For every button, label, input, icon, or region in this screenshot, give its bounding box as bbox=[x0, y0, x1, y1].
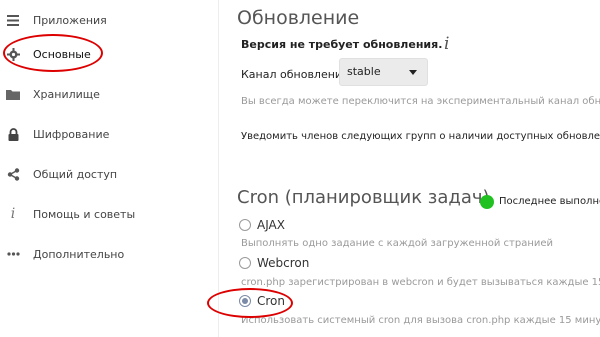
update-status-text: Версия не требует обновления. bbox=[241, 38, 443, 51]
chevron-down-icon bbox=[409, 70, 417, 75]
info-icon[interactable]: i bbox=[444, 34, 449, 54]
more-icon bbox=[6, 247, 20, 261]
gear-icon bbox=[6, 47, 20, 61]
webcron-hint: cron.php зарегистрирован в webcron и буд… bbox=[241, 277, 600, 288]
cron-option-ajax[interactable]: AJAX bbox=[239, 218, 285, 232]
sidebar: Приложения Основные Хранилище Шифрование bbox=[0, 0, 219, 337]
sidebar-item-label: Помощь и советы bbox=[33, 207, 136, 221]
folder-icon bbox=[6, 87, 20, 101]
sidebar-item-label: Шифрование bbox=[33, 127, 110, 141]
sidebar-item-general[interactable]: Основные bbox=[0, 34, 218, 74]
sidebar-item-storage[interactable]: Хранилище bbox=[0, 74, 218, 114]
sidebar-item-label: Общий доступ bbox=[33, 167, 118, 181]
ajax-hint: Выполнять одно задание с каждой загружен… bbox=[241, 238, 554, 249]
main-content: Обновление Версия не требует обновления.… bbox=[219, 0, 600, 337]
cron-hint: Использовать системный cron для вызова c… bbox=[241, 315, 600, 326]
cron-last-run-text: Последнее выполне bbox=[499, 196, 600, 207]
radio-label: Cron bbox=[257, 294, 285, 308]
update-section-title: Обновление bbox=[237, 7, 360, 29]
sidebar-item-label: Основные bbox=[33, 47, 91, 61]
channel-select-value: stable bbox=[347, 65, 381, 78]
cron-section-title: Cron (планировщик задач) bbox=[237, 187, 490, 208]
cron-option-webcron[interactable]: Webcron bbox=[239, 256, 309, 270]
notify-groups-label: Уведомить членов следующих групп о налич… bbox=[241, 131, 600, 142]
update-channel-select[interactable]: stable bbox=[339, 58, 428, 86]
sidebar-item-label: Хранилище bbox=[33, 87, 100, 101]
lock-icon bbox=[6, 127, 20, 141]
radio-webcron[interactable] bbox=[239, 257, 251, 269]
cron-option-cron[interactable]: Cron bbox=[239, 294, 285, 308]
status-ok-icon bbox=[480, 195, 494, 209]
share-icon bbox=[6, 167, 20, 181]
channel-label: Канал обновлений: bbox=[241, 68, 353, 81]
sidebar-item-advanced[interactable]: Дополнительно bbox=[0, 234, 218, 274]
menu-icon bbox=[6, 13, 20, 27]
sidebar-item-encryption[interactable]: Шифрование bbox=[0, 114, 218, 154]
sidebar-item-sharing[interactable]: Общий доступ bbox=[0, 154, 218, 194]
radio-label: AJAX bbox=[257, 218, 285, 232]
sidebar-item-help[interactable]: i Помощь и советы bbox=[0, 194, 218, 234]
info-icon: i bbox=[10, 206, 16, 222]
radio-ajax[interactable] bbox=[239, 219, 251, 231]
radio-label: Webcron bbox=[257, 256, 310, 270]
radio-cron[interactable] bbox=[239, 295, 251, 307]
channel-hint: Вы всегда можете переключится на экспери… bbox=[241, 96, 600, 107]
sidebar-item-label: Дополнительно bbox=[33, 247, 125, 261]
sidebar-item-label: Приложения bbox=[33, 13, 107, 27]
